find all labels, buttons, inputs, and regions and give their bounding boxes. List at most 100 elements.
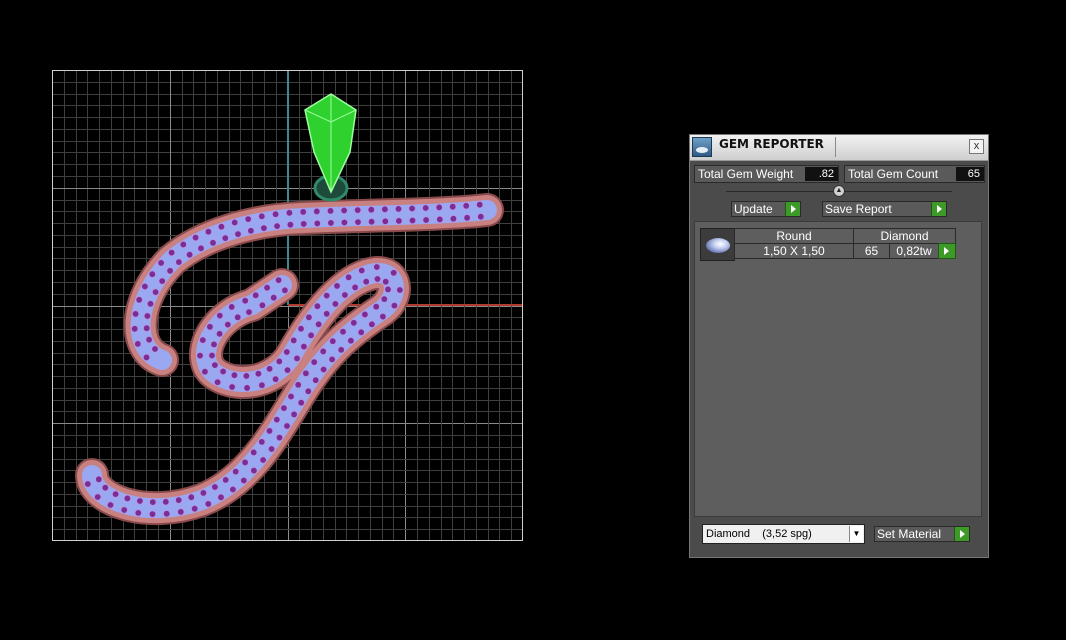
gem-stone <box>275 276 283 284</box>
gem-stone <box>247 227 255 235</box>
gem-stone <box>351 283 359 291</box>
gem-stone <box>258 301 266 309</box>
gem-stone <box>143 353 151 361</box>
gem-stone <box>293 354 301 362</box>
gem-stone <box>106 501 114 509</box>
collapse-toggle-icon[interactable]: ▲ <box>833 185 845 197</box>
gem-stone <box>354 218 362 226</box>
gem-stone <box>208 351 216 359</box>
gem-stone <box>329 337 337 345</box>
gem-stone <box>284 366 292 374</box>
gem-stone <box>302 369 310 377</box>
gem-stone <box>281 286 289 294</box>
close-button[interactable]: x <box>969 139 984 154</box>
gem-stone <box>381 205 389 213</box>
gem-stone <box>217 223 225 231</box>
gem-stone <box>216 312 224 320</box>
gem-stone <box>260 224 268 232</box>
gem-stone <box>272 375 280 383</box>
gem-stone <box>219 367 227 375</box>
gem-stone <box>382 278 390 286</box>
update-button[interactable]: Update <box>731 201 801 217</box>
gem-stone <box>258 212 266 220</box>
gem-stone <box>408 205 416 213</box>
gem-stone <box>280 404 288 412</box>
gem-stone <box>373 263 381 271</box>
gem-stone <box>395 217 403 225</box>
gem-stone <box>210 340 218 348</box>
gem-row[interactable]: Round Diamond 1,50 X 1,50 65 0,82tw <box>700 228 958 262</box>
gem-stone <box>199 336 207 344</box>
gem-stone <box>263 284 271 292</box>
gem-stone <box>204 228 212 236</box>
gem-stone <box>328 355 336 363</box>
gem-stone <box>272 210 280 218</box>
total-weight-group: Total Gem Weight .82 <box>694 165 839 183</box>
viewport-canvas[interactable] <box>52 70 523 541</box>
gem-stone <box>287 392 295 400</box>
gem-stone <box>187 493 195 501</box>
gem-stone <box>231 219 239 227</box>
play-arrow-icon <box>931 202 946 216</box>
total-weight-value: .82 <box>805 167 838 181</box>
gem-stone <box>313 302 321 310</box>
3d-viewport[interactable] <box>52 70 523 541</box>
gem-stone <box>381 217 389 225</box>
gem-stone <box>230 371 238 379</box>
gem-stone <box>396 286 404 294</box>
gem-stone <box>175 496 183 504</box>
gem-stone <box>379 313 387 321</box>
gem-stone <box>197 244 205 252</box>
material-dropdown[interactable]: Diamond (3,52 spg) ▼ <box>702 524 865 544</box>
gem-row-action-button[interactable] <box>938 243 956 259</box>
gem-stone <box>283 348 291 356</box>
gem-stone <box>294 381 302 389</box>
panel-title: GEM REPORTER <box>719 137 824 151</box>
gem-stone <box>228 303 236 311</box>
gem-stone <box>300 343 308 351</box>
gem-stone <box>270 294 278 302</box>
gem-stone <box>319 347 327 355</box>
chevron-down-icon[interactable]: ▼ <box>849 526 863 542</box>
gem-stone <box>326 207 334 215</box>
gem-stone <box>477 213 485 221</box>
gem-stone <box>143 312 151 320</box>
gem-stone <box>347 337 355 345</box>
gem-stone <box>196 352 204 360</box>
gem-stone <box>435 203 443 211</box>
gem-stone <box>384 285 392 293</box>
save-report-button[interactable]: Save Report <box>822 201 947 217</box>
gem-stone <box>168 249 176 257</box>
gem-material-header: Diamond <box>853 228 956 244</box>
gem-stone <box>259 456 267 464</box>
gem-stone <box>209 239 217 247</box>
gem-stone <box>95 475 103 483</box>
gem-stone <box>394 205 402 213</box>
gem-stone <box>177 508 185 516</box>
gem-stone <box>244 215 252 223</box>
total-count-label: Total Gem Count <box>848 167 939 181</box>
set-material-button[interactable]: Set Material <box>874 526 970 542</box>
panel-titlebar[interactable]: GEM REPORTER x <box>690 135 988 161</box>
gem-stone <box>333 282 341 290</box>
gem-stone <box>132 310 140 318</box>
play-arrow-icon <box>939 244 955 258</box>
gem-stone <box>331 300 339 308</box>
gem-list[interactable]: Round Diamond 1,50 X 1,50 65 0,82tw <box>694 221 982 517</box>
gem-stone <box>299 208 307 216</box>
gem-stone <box>191 505 199 513</box>
gem-stone <box>380 295 388 303</box>
gem-stone <box>134 340 142 348</box>
gem-stone <box>340 219 348 227</box>
gem-weight-cell: 0,82tw <box>889 243 939 259</box>
gem-stone <box>206 323 214 331</box>
gem-stone <box>273 416 281 424</box>
gem-stone <box>422 216 430 224</box>
gem-stone <box>250 448 258 456</box>
gem-stone <box>120 506 128 514</box>
gem-stone <box>211 361 219 369</box>
gem-stone <box>323 292 331 300</box>
gem-stone <box>339 328 347 336</box>
gem-stone <box>390 269 398 277</box>
gem-stone <box>186 251 194 259</box>
